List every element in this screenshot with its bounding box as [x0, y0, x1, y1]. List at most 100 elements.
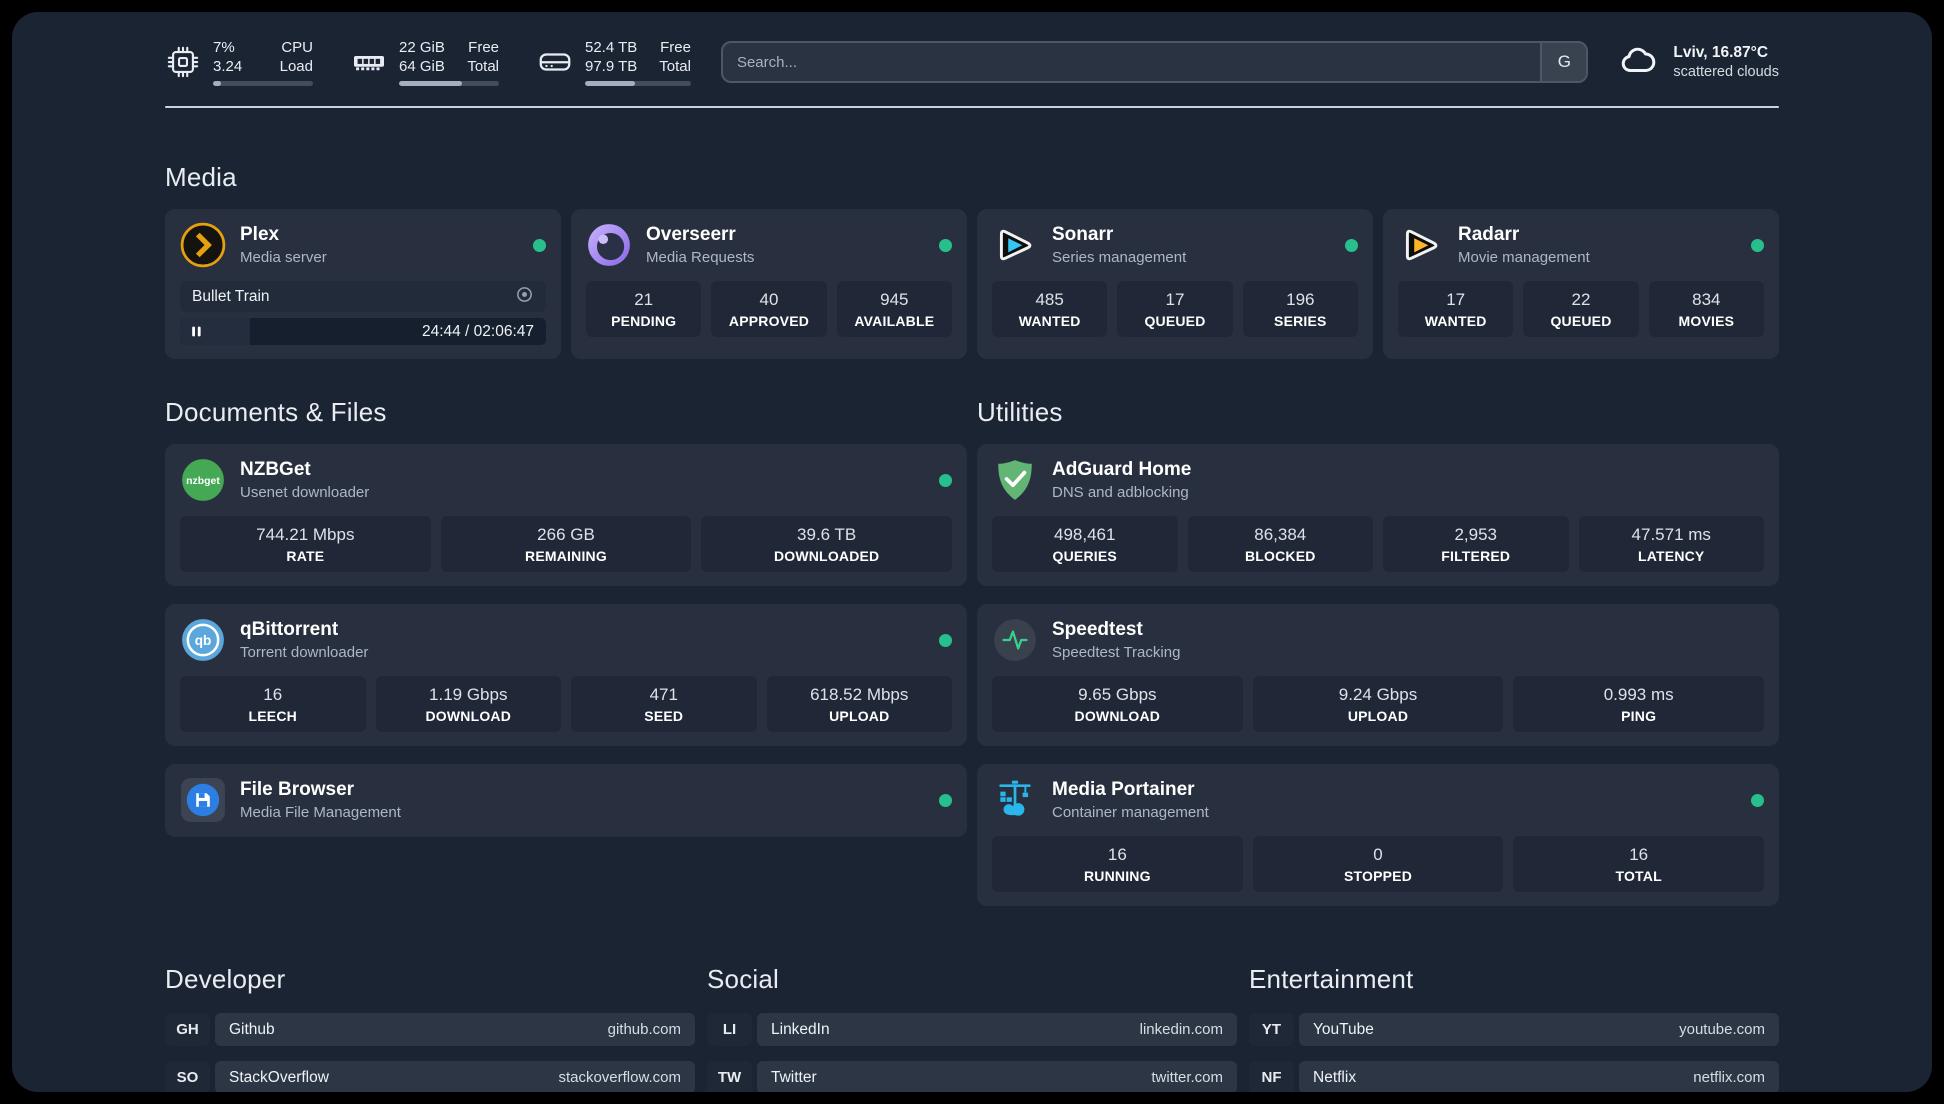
social-section-title: Social	[707, 964, 780, 994]
pause-icon[interactable]	[190, 325, 203, 338]
stat-tile: 0 STOPPED	[1252, 836, 1504, 892]
link-twitter[interactable]: Twitter twitter.com	[757, 1061, 1237, 1092]
link-tag: SO	[165, 1061, 210, 1092]
status-dot	[939, 238, 952, 252]
weather-widget: Lviv, 16.87°C scattered clouds	[1618, 39, 1779, 86]
stat-tile: 618.52 Mbps UPLOAD	[766, 676, 952, 732]
utilities-section: Utilities AdGuard Home DNS and adblockin…	[977, 397, 1779, 906]
app-subtitle: Torrent downloader	[240, 644, 369, 661]
stat-tile: 744.21 Mbps RATE	[180, 516, 431, 572]
sonarr-icon	[992, 222, 1038, 268]
app-subtitle: Series management	[1052, 249, 1187, 266]
link-netflix[interactable]: Netflix netflix.com	[1299, 1061, 1779, 1092]
entertainment-section-title: Entertainment	[1249, 964, 1414, 994]
link-tag: YT	[1249, 1013, 1294, 1046]
header-divider	[165, 106, 1779, 108]
ram-icon	[351, 44, 387, 80]
svg-text:qb: qb	[195, 633, 212, 648]
overseerr-card[interactable]: Overseerr Media Requests 21 PENDING 40 A…	[571, 209, 967, 359]
memory-values: 22 GiB 64 GiB	[399, 39, 445, 75]
radarr-card[interactable]: Radarr Movie management 17 WANTED 22 QUE…	[1383, 209, 1779, 359]
status-dot	[1751, 793, 1764, 807]
speedtest-card[interactable]: Speedtest Speedtest Tracking 9.65 Gbps D…	[977, 604, 1779, 746]
link-stackoverflow[interactable]: StackOverflow stackoverflow.com	[215, 1061, 695, 1092]
memory-labels: Free Total	[467, 39, 499, 75]
stat-tile: 9.24 Gbps UPLOAD	[1252, 676, 1504, 732]
filebrowser-card[interactable]: File Browser Media File Management	[165, 764, 967, 837]
cpu-values: 7% 3.24	[213, 39, 243, 75]
weather-location-temp: Lviv, 16.87°C	[1673, 44, 1769, 61]
disk-progress-bar	[585, 81, 691, 86]
playback-time: 24:44 / 02:06:47	[421, 322, 534, 340]
link-tag: LI	[707, 1013, 752, 1046]
playback-progress-bar[interactable]: 24:44 / 02:06:47	[180, 318, 546, 345]
link-linkedin[interactable]: LinkedIn linkedin.com	[757, 1013, 1237, 1046]
plex-card[interactable]: Plex Media server Bullet Train 24:44 / 0…	[165, 209, 561, 359]
system-stats: 7% 3.24 CPU Load 22 GiB 64 GiB Free Tota…	[165, 38, 691, 86]
filebrowser-icon	[180, 777, 226, 823]
app-subtitle: Media File Management	[240, 804, 401, 821]
documents-section: Documents & Files nzbget NZBGet Usenet d…	[165, 397, 967, 837]
radarr-icon	[1398, 222, 1444, 268]
cpu-stat: 7% 3.24 CPU Load	[165, 38, 313, 86]
plex-icon	[180, 222, 226, 268]
weather-condition: scattered clouds	[1673, 64, 1779, 80]
disk-values: 52.4 TB 97.9 TB	[585, 39, 638, 75]
cpu-icon	[165, 44, 201, 80]
app-title: File Browser	[240, 779, 355, 800]
stat-tile: 21 PENDING	[586, 281, 702, 337]
developer-section-title: Developer	[165, 964, 286, 994]
search-engine-button[interactable]: G	[1540, 43, 1587, 81]
search-input[interactable]	[722, 43, 1541, 81]
status-dot	[939, 633, 952, 647]
entertainment-section: Entertainment YT YouTube youtube.com NF …	[1249, 964, 1779, 1092]
app-subtitle: DNS and adblocking	[1052, 484, 1189, 501]
portainer-icon	[992, 777, 1038, 823]
app-title: NZBGet	[240, 459, 311, 480]
app-subtitle: Speedtest Tracking	[1052, 644, 1181, 661]
app-subtitle: Media Requests	[646, 249, 755, 266]
top-bar: 7% 3.24 CPU Load 22 GiB 64 GiB Free Tota…	[165, 38, 1779, 86]
nzbget-icon: nzbget	[180, 457, 226, 503]
app-title: Radarr	[1458, 224, 1520, 245]
link-github[interactable]: Github github.com	[215, 1013, 695, 1046]
qbittorrent-card[interactable]: qb qBittorrent Torrent downloader 16 LEE…	[165, 604, 967, 746]
documents-section-title: Documents & Files	[165, 397, 387, 427]
stat-tile: 22 QUEUED	[1523, 281, 1639, 337]
nzbget-card[interactable]: nzbget NZBGet Usenet downloader 744.21 M…	[165, 444, 967, 586]
utilities-section-title: Utilities	[977, 397, 1063, 427]
stat-tile: 47.571 ms LATENCY	[1578, 516, 1764, 572]
now-playing-title: Bullet Train	[192, 287, 270, 305]
media-section-title: Media	[165, 162, 237, 192]
sonarr-card[interactable]: Sonarr Series management 485 WANTED 17 Q…	[977, 209, 1373, 359]
stat-tile: 16 LEECH	[180, 676, 366, 732]
adguard-card[interactable]: AdGuard Home DNS and adblocking 498,461 …	[977, 444, 1779, 586]
app-title: Sonarr	[1052, 224, 1114, 245]
portainer-card[interactable]: Media Portainer Container management 16 …	[977, 764, 1779, 906]
overseerr-icon	[586, 222, 632, 268]
stat-tile: 9.65 Gbps DOWNLOAD	[992, 676, 1243, 732]
stat-tile: 2,953 FILTERED	[1383, 516, 1569, 572]
cloud-icon	[1618, 39, 1660, 86]
stop-icon[interactable]	[515, 285, 534, 309]
stat-tile: 834 MOVIES	[1648, 281, 1764, 337]
qbittorrent-icon: qb	[180, 617, 226, 663]
status-dot	[1345, 238, 1358, 252]
disk-labels: Free Total	[659, 39, 691, 75]
adguard-icon	[992, 457, 1038, 503]
stat-tile: 17 WANTED	[1398, 281, 1514, 337]
developer-section: Developer GH Github github.com SO StackO…	[165, 964, 695, 1092]
stat-tile: 86,384 BLOCKED	[1187, 516, 1373, 572]
svg-text:nzbget: nzbget	[186, 476, 220, 487]
stat-tile: 485 WANTED	[992, 281, 1108, 337]
link-youtube[interactable]: YouTube youtube.com	[1299, 1013, 1779, 1046]
status-dot	[939, 793, 952, 807]
link-tag: TW	[707, 1061, 752, 1092]
stat-tile: 39.6 TB DOWNLOADED	[701, 516, 952, 572]
stat-tile: 0.993 ms PING	[1513, 676, 1764, 732]
stat-tile: 266 GB REMAINING	[440, 516, 692, 572]
stat-tile: 498,461 QUERIES	[992, 516, 1178, 572]
status-dot	[533, 238, 546, 252]
cpu-labels: CPU Load	[279, 39, 313, 75]
app-title: Plex	[240, 224, 280, 245]
